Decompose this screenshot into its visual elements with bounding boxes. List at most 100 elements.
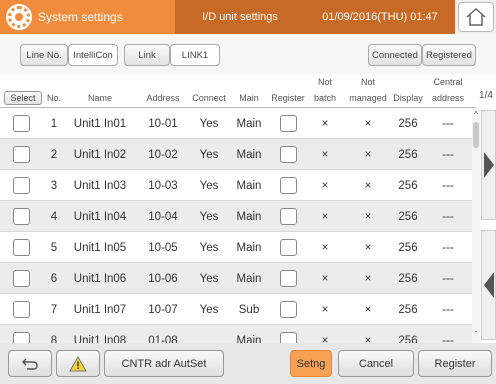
cell-address: 10-01 bbox=[148, 117, 178, 130]
datetime: 01/09/2016(THU) 01:47 bbox=[305, 0, 455, 34]
scroll-up-icon[interactable]: ^ bbox=[472, 110, 480, 119]
connected-filter-button[interactable]: Connected bbox=[368, 44, 422, 66]
link-label: Link bbox=[124, 44, 170, 66]
select-checkbox[interactable] bbox=[13, 146, 30, 163]
warning-button[interactable] bbox=[56, 350, 100, 377]
cell-name: Unit1 In05 bbox=[73, 241, 127, 254]
table-row[interactable]: 8 Unit1 In08 01-08 Main × × 256 --- bbox=[0, 325, 472, 343]
register-checkbox[interactable] bbox=[279, 208, 297, 225]
app-title: System settings bbox=[38, 10, 123, 24]
cell-address: 10-07 bbox=[148, 303, 178, 316]
register-checkbox[interactable] bbox=[279, 177, 297, 194]
screen-title: I/D unit settings bbox=[175, 0, 305, 34]
cell-no: 3 bbox=[50, 179, 58, 192]
table-row[interactable]: 3 Unit1 In03 10-03 Yes Main × × 256 --- bbox=[0, 170, 472, 201]
cell-register bbox=[268, 325, 308, 343]
col-connect: Connect bbox=[192, 93, 226, 103]
table-row[interactable]: 7 Unit1 In07 10-07 Yes Sub × × 256 --- bbox=[0, 294, 472, 325]
link-value[interactable]: LINK1 bbox=[170, 44, 220, 66]
select-checkbox[interactable] bbox=[13, 332, 30, 343]
cell-no: 2 bbox=[50, 148, 58, 161]
cell-name: Unit1 In04 bbox=[73, 210, 127, 223]
cell-not-batch: × bbox=[321, 334, 329, 344]
cell-not-batch: × bbox=[321, 210, 329, 223]
select-checkbox[interactable] bbox=[13, 177, 30, 194]
title-bar: System settings I/D unit settings 01/09/… bbox=[0, 0, 496, 34]
cell-display: 256 bbox=[398, 272, 418, 285]
cell-display: 256 bbox=[398, 148, 418, 161]
cell-name: Unit1 In07 bbox=[73, 303, 127, 316]
cell-not-managed: × bbox=[364, 303, 372, 316]
cell-name: Unit1 In02 bbox=[73, 148, 127, 161]
cell-no: 7 bbox=[50, 303, 58, 316]
cell-connect: Yes bbox=[199, 117, 219, 130]
col-name: Name bbox=[87, 93, 112, 103]
cell-connect: Yes bbox=[199, 241, 219, 254]
cell-display: 256 bbox=[398, 117, 418, 130]
cell-address: 10-04 bbox=[148, 210, 178, 223]
select-checkbox[interactable] bbox=[13, 270, 30, 287]
register-button[interactable]: Register bbox=[418, 350, 492, 377]
page-prev-button[interactable] bbox=[481, 230, 496, 340]
register-checkbox[interactable] bbox=[279, 270, 297, 287]
setng-button[interactable]: Setng bbox=[290, 350, 332, 377]
cell-not-managed: × bbox=[364, 117, 372, 130]
cell-main: Main bbox=[236, 117, 262, 130]
cell-main: Sub bbox=[238, 303, 260, 316]
col-central-line2: address bbox=[431, 93, 465, 103]
cell-central: --- bbox=[442, 148, 454, 161]
cell-central: --- bbox=[442, 303, 454, 316]
cell-display: 256 bbox=[398, 303, 418, 316]
select-checkbox[interactable] bbox=[13, 208, 30, 225]
home-button[interactable] bbox=[458, 2, 494, 32]
table-row[interactable]: 1 Unit1 In01 10-01 Yes Main × × 256 --- bbox=[0, 108, 472, 139]
cell-main: Main bbox=[236, 241, 262, 254]
registered-filter-button[interactable]: Registered bbox=[422, 44, 476, 66]
page-prev-icon bbox=[483, 272, 494, 298]
col-not-managed-line2: managed bbox=[349, 93, 387, 103]
register-checkbox[interactable] bbox=[279, 115, 297, 132]
register-checkbox[interactable] bbox=[279, 301, 297, 318]
scrollbar-thumb[interactable] bbox=[473, 122, 479, 148]
table-row[interactable]: 5 Unit1 In05 10-05 Yes Main × × 256 --- bbox=[0, 232, 472, 263]
cell-register bbox=[268, 232, 308, 263]
register-checkbox[interactable] bbox=[279, 239, 297, 256]
cell-connect: Yes bbox=[199, 148, 219, 161]
cell-not-managed: × bbox=[364, 272, 372, 285]
cell-central: --- bbox=[442, 272, 454, 285]
cell-address: 10-02 bbox=[148, 148, 178, 161]
cell-name: Unit1 In08 bbox=[73, 334, 127, 344]
select-checkbox[interactable] bbox=[13, 301, 30, 318]
cell-central: --- bbox=[442, 334, 454, 344]
col-display: Display bbox=[393, 93, 423, 103]
table-row[interactable]: 4 Unit1 In04 10-04 Yes Main × × 256 --- bbox=[0, 201, 472, 232]
cell-connect bbox=[190, 325, 228, 343]
cell-address: 01-08 bbox=[148, 334, 178, 344]
scroll-down-icon[interactable]: ˇ bbox=[472, 330, 480, 339]
cntr-adr-autset-button[interactable]: CNTR adr AutSet bbox=[104, 350, 224, 377]
cell-main: Main bbox=[236, 148, 262, 161]
page-next-button[interactable] bbox=[481, 110, 496, 220]
table-row[interactable]: 2 Unit1 In02 10-02 Yes Main × × 256 --- bbox=[0, 139, 472, 170]
cancel-button[interactable]: Cancel bbox=[338, 350, 414, 377]
system-settings-tab: System settings bbox=[0, 0, 175, 34]
page-indicator: 1/4 bbox=[479, 90, 493, 101]
cell-central: --- bbox=[442, 241, 454, 254]
back-button[interactable] bbox=[8, 350, 52, 377]
cell-display: 256 bbox=[398, 241, 418, 254]
line-no-value[interactable]: IntelliCon bbox=[68, 44, 118, 66]
cell-connect: Yes bbox=[199, 179, 219, 192]
cell-not-batch: × bbox=[321, 179, 329, 192]
select-checkbox[interactable] bbox=[13, 239, 30, 256]
warning-icon bbox=[69, 355, 87, 371]
table-row[interactable]: 6 Unit1 In06 10-06 Yes Main × × 256 --- bbox=[0, 263, 472, 294]
register-checkbox[interactable] bbox=[279, 146, 297, 163]
cell-central: --- bbox=[442, 179, 454, 192]
page-next-icon bbox=[483, 152, 494, 178]
cell-name: Unit1 In01 bbox=[73, 117, 127, 130]
select-checkbox[interactable] bbox=[13, 115, 30, 132]
cell-display: 256 bbox=[398, 334, 418, 344]
select-button[interactable]: Select bbox=[4, 91, 42, 105]
cell-not-batch: × bbox=[321, 272, 329, 285]
register-checkbox[interactable] bbox=[279, 332, 297, 343]
